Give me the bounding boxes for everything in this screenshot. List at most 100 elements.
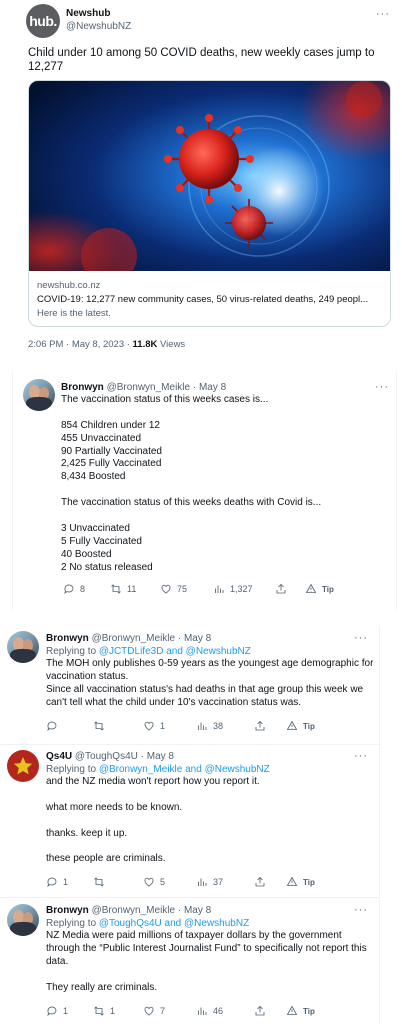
reply-author-name[interactable]: Qs4U [46,751,72,762]
action-bar: 8 11 75 1,327 Tip [63,582,363,596]
retweet-action[interactable]: 11 [110,582,136,596]
reply-author-handle[interactable]: @Bronwyn_Meikle · May 8 [92,905,212,916]
like-icon [161,584,171,594]
reply-card-1[interactable]: Bronwyn @Bronwyn_Meikle · May 8 ··· The … [12,372,397,610]
body-line: and the NZ media won't report how you re… [46,776,260,787]
tweet-meta: 2:06 PM · May 8, 2023 · 11.8K Views [28,339,185,350]
reply-action[interactable]: 1 [46,1004,68,1018]
more-icon[interactable]: ··· [354,751,368,762]
like-action[interactable]: 75 [160,582,187,596]
card-description[interactable]: Here is the latest. [37,308,111,319]
like-count: 7 [160,1006,166,1016]
reply-icon [47,877,57,888]
reply-icon [47,1006,57,1017]
body-line: 5 Fully Vaccinated [61,535,142,547]
like-action[interactable]: 5 [143,875,165,889]
body-line: 2 No status released [61,561,153,573]
avatar[interactable] [23,379,55,411]
share-icon [276,583,286,594]
retweet-action[interactable]: 1 [93,1004,115,1018]
body-line [61,510,321,523]
reply-card-4[interactable]: Bronwyn @Bronwyn_Meikle · May 8 ··· Repl… [0,897,380,1024]
tip-action[interactable]: Tip [305,582,334,596]
reply-card-2[interactable]: Bronwyn @Bronwyn_Meikle · May 8 ··· Repl… [0,626,380,744]
reply-header: Bronwyn @Bronwyn_Meikle · May 8 [61,381,226,394]
body-line: data. [46,955,69,967]
reply-author-name[interactable]: Bronwyn [61,382,104,393]
retweet-count: 11 [127,584,137,594]
main-tweet: hub. Newshub @NewshubNZ ··· Child under … [0,0,402,362]
reply-action[interactable]: 1 [46,875,68,889]
card-domain[interactable]: newshub.co.nz [37,280,100,291]
reply-header: Qs4U @ToughQs4U · May 8 [46,750,174,763]
tip-action[interactable]: Tip [286,719,315,733]
newshub-avatar[interactable]: hub. [26,4,60,38]
retweet-action[interactable] [93,719,110,733]
more-icon[interactable]: ··· [375,382,389,393]
card-image[interactable] [29,81,390,271]
views-count: 11.8K [132,339,158,350]
retweet-action[interactable] [93,875,110,889]
avatar[interactable] [7,750,39,782]
reply-card-3[interactable]: Qs4U @ToughQs4U · May 8 ··· Replying to … [0,744,380,896]
action-bar: 1 38 Tip [46,719,346,733]
share-icon [255,720,265,731]
main-text-line: 12,277 [28,61,64,73]
replying-prefix: Replying to [46,918,99,929]
views-action[interactable]: 38 [196,719,223,733]
like-action[interactable]: 1 [143,719,165,733]
reply-author-name[interactable]: Bronwyn [46,905,89,916]
retweet-icon [94,721,104,731]
more-icon[interactable]: ··· [354,633,368,644]
avatar[interactable] [7,631,39,663]
reply-author-handle[interactable]: @Bronwyn_Meikle · May 8 [92,633,212,644]
views-icon [215,585,224,593]
more-icon[interactable]: ··· [376,9,390,20]
tip-action[interactable]: Tip [286,1004,315,1018]
replying-to-link[interactable]: @JCTDLife3D and @NewshubNZ [99,646,251,657]
card-title[interactable]: COVID-19: 12,277 new community cases, 50… [37,294,368,305]
reply-author-name[interactable]: Bronwyn [46,633,89,644]
replying-to-link[interactable]: @Bronwyn_Meikle and @NewshubNZ [99,764,270,775]
share-action[interactable] [275,582,287,596]
more-icon[interactable]: ··· [354,905,368,916]
body-line: what more needs to be known. [46,801,183,813]
body-line [46,840,260,853]
body-line: 455 Unvaccinated [61,432,142,444]
action-bar: 1 1 7 46 Tip [46,1004,346,1018]
reply-action[interactable] [46,719,63,733]
views-action[interactable]: 46 [196,1004,223,1018]
reply-author-handle[interactable]: @ToughQs4U · May 8 [75,751,174,762]
views-action[interactable]: 1,327 [213,582,253,596]
share-action[interactable] [254,1004,266,1018]
main-author-name[interactable]: Newshub [66,8,110,19]
main-text-line: Child under 10 among 50 COVID deaths, ne… [28,47,375,59]
tweet-timestamp[interactable]: 2:06 PM · May 8, 2023 · [28,339,133,350]
views-action[interactable]: 37 [196,875,223,889]
reply-header: Bronwyn @Bronwyn_Meikle · May 8 [46,632,211,645]
tip-label: Tip [303,877,315,887]
body-line [46,969,367,982]
retweet-icon [94,877,104,887]
like-icon [144,877,154,887]
body-line: 90 Partially Vaccinated [61,445,162,457]
share-action[interactable] [254,875,266,889]
reply-body: NZ Media were paid millions of taxpayer … [46,930,367,994]
body-line [61,407,321,420]
reply-author-handle[interactable]: @Bronwyn_Meikle · May 8 [107,382,227,393]
retweet-count: 1 [110,1006,116,1016]
avatar[interactable] [7,904,39,936]
retweet-icon [94,1006,104,1016]
body-line: Since all vaccination status's had death… [46,683,364,695]
reply-action[interactable]: 8 [63,582,85,596]
replying-to: Replying to @JCTDLife3D and @NewshubNZ [46,645,251,658]
tip-action[interactable]: Tip [286,875,315,889]
replying-to-link[interactable]: @ToughQs4U and @NewshubNZ [99,918,249,929]
reply-body: and the NZ media won't report how you re… [46,776,260,866]
main-author-handle[interactable]: @NewshubNZ [66,21,131,32]
share-action[interactable] [254,719,266,733]
like-action[interactable]: 7 [143,1004,165,1018]
reply-icon [47,721,57,732]
virus-image [29,81,390,271]
link-card[interactable]: newshub.co.nz COVID-19: 12,277 new commu… [28,80,391,327]
